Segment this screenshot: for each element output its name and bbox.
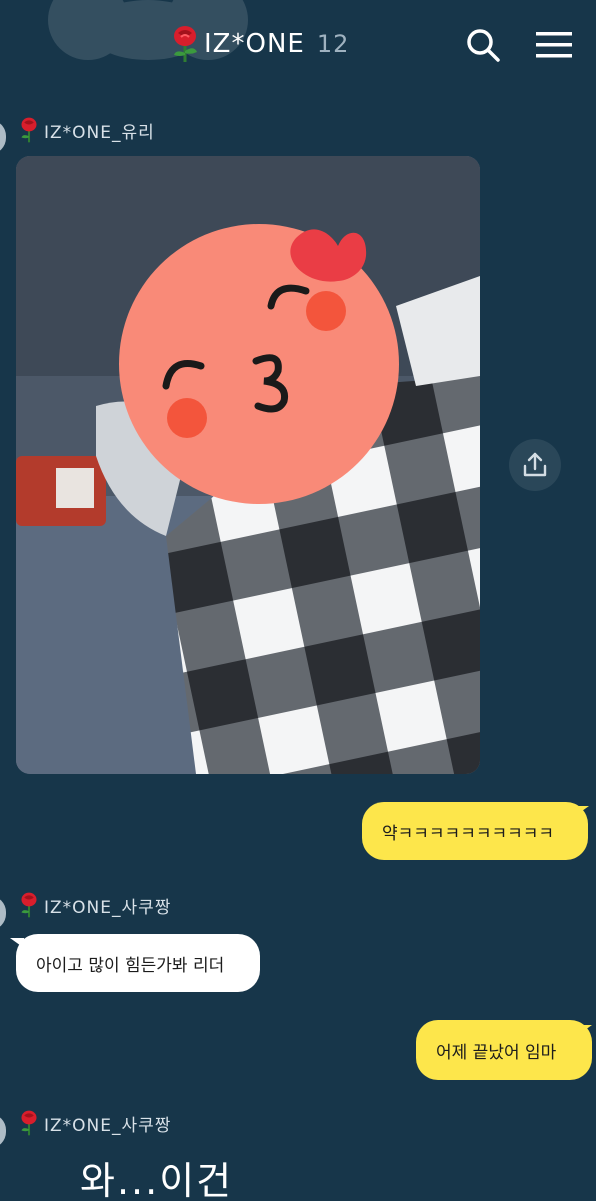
sender-name: IZ*ONE_사쿠짱 <box>18 892 171 918</box>
sender-name: IZ*ONE_사쿠짱 <box>18 1110 171 1136</box>
message-text: 아이고 많이 힘든가봐 리더 <box>36 955 225 976</box>
share-icon <box>523 452 547 477</box>
avatar[interactable] <box>0 1114 6 1148</box>
rose-icon <box>21 117 37 143</box>
search-icon <box>467 29 500 62</box>
sender-name: IZ*ONE_유리 <box>18 117 155 143</box>
search-button[interactable] <box>460 22 506 68</box>
menu-button[interactable] <box>531 22 577 68</box>
avatar[interactable] <box>0 120 6 154</box>
message-text: 약ㅋㅋㅋㅋㅋㅋㅋㅋㅋㅋ <box>382 823 555 844</box>
share-button[interactable] <box>509 439 561 491</box>
hamburger-menu-icon <box>536 32 572 58</box>
avatar[interactable] <box>0 896 6 930</box>
message-text: 어제 끝났어 임마 <box>436 1042 557 1063</box>
my-message-bubble[interactable]: 어제 끝났어 임마 <box>416 1020 592 1080</box>
chat-header: IZ*ONE 12 <box>0 0 596 88</box>
photo-image <box>16 156 480 774</box>
shared-photo[interactable] <box>16 156 480 774</box>
chat-screen: IZ*ONE 12 IZ*ONE_유리 약ㅋㅋㅋㅋㅋㅋㅋㅋㅋㅋ IZ*ONE_사… <box>0 0 596 1201</box>
emoticon-message[interactable]: 와...이건 <box>80 1150 233 1201</box>
my-message-bubble[interactable]: 약ㅋㅋㅋㅋㅋㅋㅋㅋㅋㅋ <box>362 802 588 860</box>
their-message-bubble[interactable]: 아이고 많이 힘든가봐 리더 <box>16 934 260 992</box>
chat-room-title[interactable]: IZ*ONE 12 <box>170 24 349 64</box>
chat-room-name: IZ*ONE <box>204 29 305 59</box>
rose-icon <box>21 1110 37 1136</box>
rose-icon <box>21 892 37 918</box>
rose-icon <box>174 26 197 62</box>
member-count: 12 <box>316 30 350 58</box>
